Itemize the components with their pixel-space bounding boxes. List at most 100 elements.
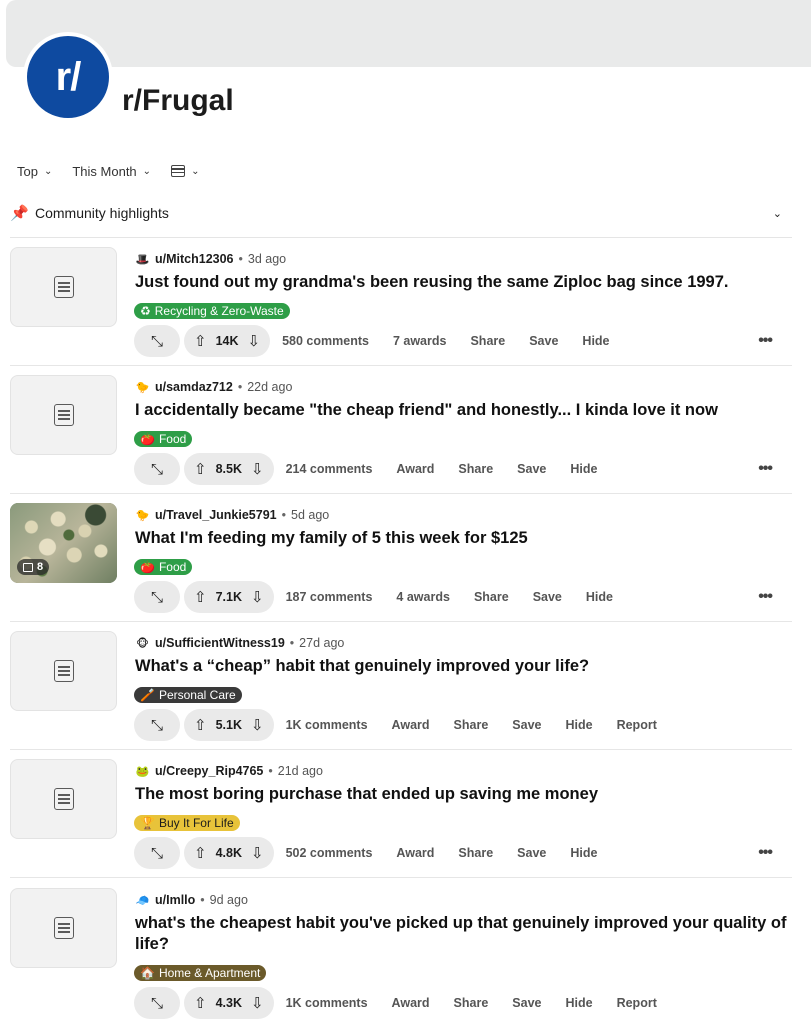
downvote-icon[interactable]: ⇩ (248, 332, 261, 350)
save-button[interactable]: Save (521, 590, 574, 604)
user-avatar[interactable]: 🐵 (135, 636, 150, 651)
save-button[interactable]: Save (505, 846, 558, 860)
text-post-thumbnail[interactable] (10, 375, 117, 455)
comments-button[interactable]: 502 comments (274, 846, 385, 860)
sort-dropdown[interactable]: Top ⌄ (17, 164, 52, 179)
view-layout-dropdown[interactable]: ⌄ (171, 165, 199, 177)
time-range-dropdown[interactable]: This Month ⌄ (72, 164, 151, 179)
comments-button[interactable]: 1K comments (274, 718, 380, 732)
share-button[interactable]: Share (462, 590, 521, 604)
upvote-icon[interactable]: ⇧ (194, 460, 207, 478)
share-button[interactable]: Share (442, 718, 501, 732)
upvote-icon[interactable]: ⇧ (194, 716, 207, 734)
downvote-icon[interactable]: ⇩ (251, 844, 264, 862)
post-flair[interactable]: 🏆 Buy It For Life (134, 815, 240, 831)
share-button[interactable]: Share (458, 334, 517, 348)
post-title[interactable]: What I'm feeding my family of 5 this wee… (135, 528, 790, 549)
vote-count: 4.3K (215, 996, 242, 1010)
more-options-icon[interactable]: ••• (758, 844, 792, 862)
post-author[interactable]: u/Travel_Junkie5791 (155, 508, 277, 522)
report-button[interactable]: Report (605, 996, 669, 1010)
award-button[interactable]: Award (384, 846, 446, 860)
hide-button[interactable]: Hide (570, 334, 621, 348)
downvote-icon[interactable]: ⇩ (251, 716, 264, 734)
post-author[interactable]: u/samdaz712 (155, 380, 233, 394)
share-button[interactable]: Share (442, 996, 501, 1010)
share-button[interactable]: Share (446, 846, 505, 860)
user-avatar[interactable]: 🐤 (135, 380, 150, 395)
subreddit-avatar[interactable]: r/ (23, 32, 113, 122)
report-button[interactable]: Report (605, 718, 669, 732)
user-avatar[interactable]: 🎩 (135, 252, 150, 267)
post-title[interactable]: Just found out my grandma's been reusing… (135, 272, 790, 293)
upvote-icon[interactable]: ⇧ (194, 844, 207, 862)
post-meta: 🧢 u/Imllo • 9d ago (135, 892, 248, 908)
hide-button[interactable]: Hide (553, 996, 604, 1010)
award-button[interactable]: Award (384, 462, 446, 476)
post-flair[interactable]: 🍅 Food (134, 559, 193, 575)
award-button[interactable]: 4 awards (384, 590, 462, 604)
post-title[interactable]: what's the cheapest habit you've picked … (135, 913, 790, 955)
award-button[interactable]: Award (380, 718, 442, 732)
post-flair[interactable]: 🏠 Home & Apartment (134, 965, 267, 981)
post-card[interactable]: 8 🐤 u/Travel_Junkie5791 • 5d ago What I'… (10, 494, 792, 622)
post-flair[interactable]: 🪥 Personal Care (134, 687, 242, 703)
post-flair[interactable]: 🍅 Food (134, 431, 193, 447)
vote-count: 14K (215, 334, 239, 348)
save-button[interactable]: Save (505, 462, 558, 476)
vote-control: ⇧ 14K ⇩ (184, 325, 271, 357)
post-card[interactable]: 🧢 u/Imllo • 9d ago what's the cheapest h… (10, 879, 792, 1024)
comments-button[interactable]: 1K comments (274, 996, 380, 1010)
more-options-icon[interactable]: ••• (758, 588, 792, 606)
post-title[interactable]: I accidentally became "the cheap friend"… (135, 400, 790, 421)
expand-button[interactable]: ⤡ (134, 325, 180, 357)
expand-icon: ⤡ (150, 844, 163, 862)
post-flair[interactable]: ♻ Recycling & Zero-Waste (134, 303, 290, 319)
user-avatar[interactable]: 🐤 (135, 508, 150, 523)
more-options-icon[interactable]: ••• (758, 332, 792, 350)
expand-button[interactable]: ⤡ (134, 581, 180, 613)
downvote-icon[interactable]: ⇩ (251, 994, 264, 1012)
post-author[interactable]: u/Creepy_Rip4765 (155, 764, 263, 778)
save-button[interactable]: Save (517, 334, 570, 348)
text-post-thumbnail[interactable] (10, 888, 117, 968)
hide-button[interactable]: Hide (558, 462, 609, 476)
post-card[interactable]: 🎩 u/Mitch12306 • 3d ago Just found out m… (10, 238, 792, 366)
hide-button[interactable]: Hide (558, 846, 609, 860)
expand-button[interactable]: ⤡ (134, 709, 180, 741)
image-post-thumbnail[interactable]: 8 (10, 503, 117, 583)
user-avatar[interactable]: 🧢 (135, 893, 150, 908)
expand-button[interactable]: ⤡ (134, 837, 180, 869)
comments-button[interactable]: 580 comments (270, 334, 381, 348)
post-author[interactable]: u/SufficientWitness19 (155, 636, 285, 650)
award-button[interactable]: 7 awards (381, 334, 459, 348)
user-avatar[interactable]: 🐸 (135, 764, 150, 779)
community-highlights-toggle[interactable]: 📌 Community highlights ⌄ (10, 202, 782, 224)
post-author[interactable]: u/Mitch12306 (155, 252, 234, 266)
text-post-thumbnail[interactable] (10, 631, 117, 711)
comments-button[interactable]: 214 comments (274, 462, 385, 476)
hide-button[interactable]: Hide (574, 590, 625, 604)
post-title[interactable]: What's a “cheap” habit that genuinely im… (135, 656, 790, 677)
post-author[interactable]: u/Imllo (155, 893, 195, 907)
share-button[interactable]: Share (446, 462, 505, 476)
upvote-icon[interactable]: ⇧ (194, 994, 207, 1012)
save-button[interactable]: Save (500, 718, 553, 732)
expand-button[interactable]: ⤡ (134, 453, 180, 485)
more-options-icon[interactable]: ••• (758, 460, 792, 478)
text-post-thumbnail[interactable] (10, 759, 117, 839)
post-card[interactable]: 🐵 u/SufficientWitness19 • 27d ago What's… (10, 622, 792, 750)
save-button[interactable]: Save (500, 996, 553, 1010)
text-post-thumbnail[interactable] (10, 247, 117, 327)
upvote-icon[interactable]: ⇧ (194, 332, 207, 350)
award-button[interactable]: Award (380, 996, 442, 1010)
post-card[interactable]: 🐤 u/samdaz712 • 22d ago I accidentally b… (10, 366, 792, 494)
comments-button[interactable]: 187 comments (274, 590, 385, 604)
downvote-icon[interactable]: ⇩ (251, 460, 264, 478)
post-title[interactable]: The most boring purchase that ended up s… (135, 784, 790, 805)
post-card[interactable]: 🐸 u/Creepy_Rip4765 • 21d ago The most bo… (10, 750, 792, 878)
downvote-icon[interactable]: ⇩ (251, 588, 264, 606)
upvote-icon[interactable]: ⇧ (194, 588, 207, 606)
hide-button[interactable]: Hide (553, 718, 604, 732)
expand-button[interactable]: ⤡ (134, 987, 180, 1019)
